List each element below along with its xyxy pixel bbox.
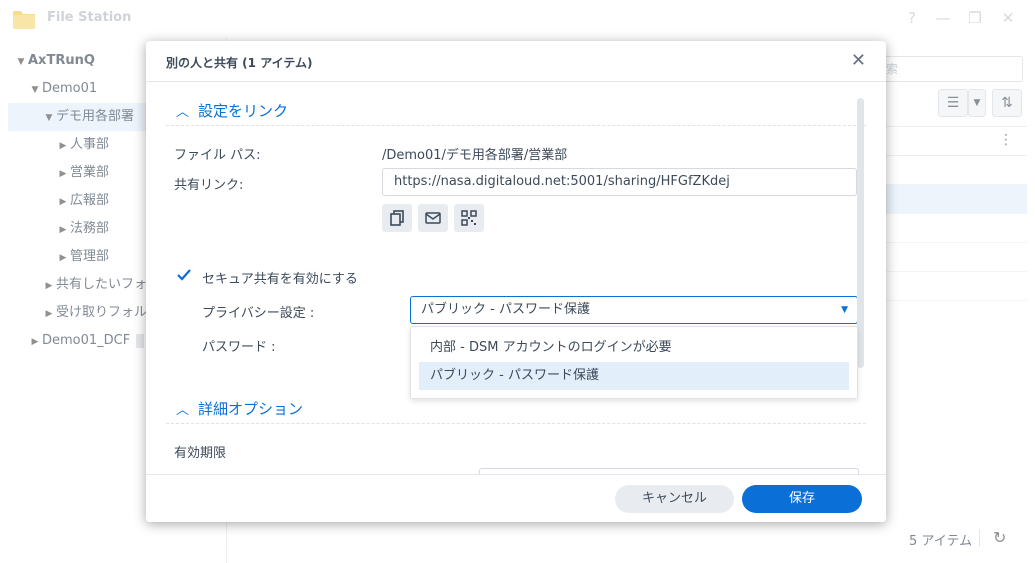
chevron-up-icon[interactable]: ︿ (176, 101, 198, 120)
copy-link-button[interactable] (382, 204, 412, 232)
copy-icon (390, 210, 404, 226)
share-dialog: 別の人と共有 (1 アイテム) ✕ ︿ 設定をリンク ファイル パス: /Demo… (146, 41, 886, 522)
dialog-header: 別の人と共有 (1 アイテム) ✕ (146, 41, 886, 82)
privacy-label: プライバシー設定 : (202, 306, 315, 321)
advanced-options-toggle[interactable]: ︿ 詳細オプション (176, 398, 303, 419)
dropdown-option[interactable]: パブリック - パスワード保護 (419, 362, 849, 390)
expiry-label: 有効期限 (174, 446, 227, 461)
save-button[interactable]: 保存 (742, 485, 862, 513)
secure-share-checkbox[interactable] (176, 267, 192, 283)
section-title: 設定をリンク (198, 102, 289, 120)
close-icon[interactable]: ✕ (851, 50, 866, 71)
chevron-down-icon[interactable]: ▼ (841, 297, 848, 323)
scrollbar[interactable] (857, 98, 864, 368)
chevron-up-icon[interactable]: ︿ (176, 399, 198, 418)
divider (166, 125, 866, 126)
qr-code-button[interactable] (454, 204, 484, 232)
share-link-field[interactable]: https://nasa.digitaloud.net:5001/sharing… (382, 168, 857, 196)
email-link-button[interactable] (418, 204, 448, 232)
dialog-footer: キャンセル 保存 (146, 474, 886, 522)
cancel-button[interactable]: キャンセル (615, 485, 734, 513)
privacy-dropdown-menu: 内部 - DSM アカウントのログインが必要 パブリック - パスワード保護 (410, 326, 858, 399)
dropdown-option[interactable]: 内部 - DSM アカウントのログインが必要 (419, 334, 849, 362)
file-path-label: ファイル パス: (174, 148, 261, 163)
privacy-select[interactable]: パブリック - パスワード保護 ▼ (410, 296, 858, 324)
section-title: 詳細オプション (198, 400, 304, 418)
file-path-value: /Demo01/デモ用各部署/営業部 (382, 148, 568, 163)
share-link-label: 共有リンク: (174, 178, 244, 193)
qr-code-icon (461, 210, 477, 226)
link-settings-toggle[interactable]: ︿ 設定をリンク (176, 100, 288, 121)
mail-icon (425, 212, 441, 224)
privacy-selected-value: パブリック - パスワード保護 (421, 302, 590, 317)
dialog-title: 別の人と共有 (1 アイテム) (166, 56, 313, 70)
password-label: パスワード : (202, 340, 276, 355)
secure-share-label: セキュア共有を有効にする (202, 272, 358, 287)
divider (166, 423, 866, 424)
